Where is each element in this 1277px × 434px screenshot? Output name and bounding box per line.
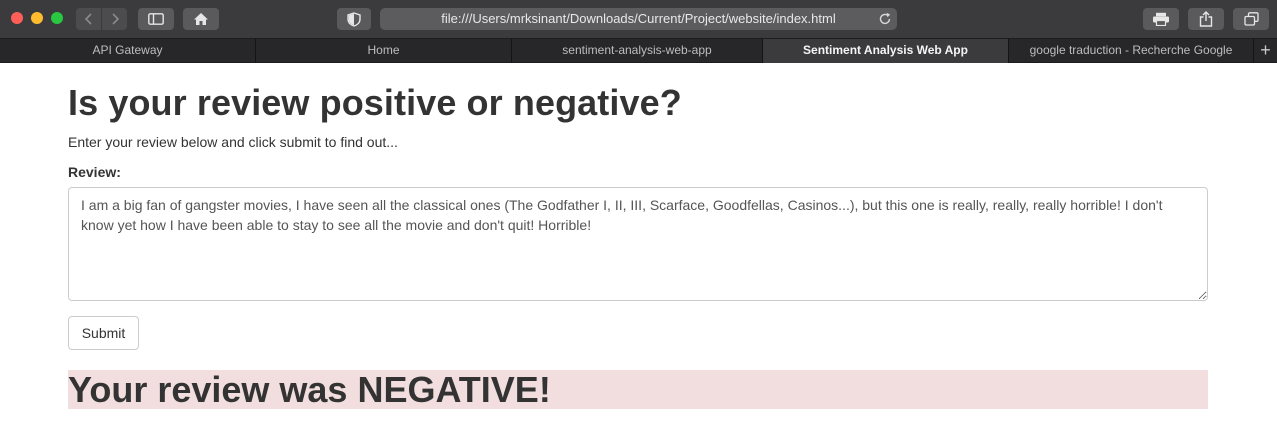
result-alert: Your review was NEGATIVE! — [68, 369, 1208, 410]
back-icon — [84, 13, 92, 25]
new-tab-button[interactable]: + — [1254, 39, 1277, 63]
tab-sentiment-analysis-web-app-repo[interactable]: sentiment-analysis-web-app — [512, 39, 763, 63]
maximize-window-button[interactable] — [51, 12, 63, 24]
forward-icon — [111, 13, 119, 25]
tab-sentiment-analysis-web-app[interactable]: Sentiment Analysis Web App — [763, 39, 1009, 63]
address-bar[interactable]: file:///Users/mrksinant/Downloads/Curren… — [380, 8, 897, 30]
review-label: Review: — [68, 164, 121, 180]
home-icon — [194, 13, 208, 25]
forward-button[interactable] — [102, 8, 127, 30]
privacy-extension-button[interactable] — [337, 8, 371, 30]
tab-home[interactable]: Home — [256, 39, 512, 63]
browser-toolbar: file:///Users/mrksinant/Downloads/Curren… — [0, 0, 1277, 38]
back-button[interactable] — [76, 8, 101, 30]
url-text: file:///Users/mrksinant/Downloads/Curren… — [441, 11, 836, 26]
home-button[interactable] — [183, 8, 219, 30]
sidebar-button[interactable] — [138, 8, 174, 30]
navigation-buttons — [76, 8, 127, 30]
close-window-button[interactable] — [11, 12, 23, 24]
page-subtitle: Enter your review below and click submit… — [68, 134, 398, 150]
tab-bar: API Gateway Home sentiment-analysis-web-… — [0, 38, 1277, 63]
result-text: Your review was NEGATIVE! — [68, 369, 551, 410]
tabs-overview-icon — [1243, 12, 1259, 26]
submit-button[interactable]: Submit — [68, 316, 139, 350]
tab-api-gateway[interactable]: API Gateway — [0, 39, 256, 63]
share-button[interactable] — [1188, 8, 1224, 30]
share-icon — [1199, 11, 1213, 27]
reload-icon[interactable] — [878, 12, 892, 26]
tab-google-traduction[interactable]: google traduction - Recherche Google — [1009, 39, 1254, 63]
minimize-window-button[interactable] — [31, 12, 43, 24]
shield-icon — [347, 11, 361, 27]
review-textarea[interactable]: I am a big fan of gangster movies, I hav… — [68, 187, 1208, 301]
sidebar-icon — [148, 13, 164, 25]
print-icon — [1153, 12, 1169, 26]
page-title: Is your review positive or negative? — [68, 82, 682, 123]
print-button[interactable] — [1143, 8, 1179, 30]
tab-overview-button[interactable] — [1233, 8, 1269, 30]
